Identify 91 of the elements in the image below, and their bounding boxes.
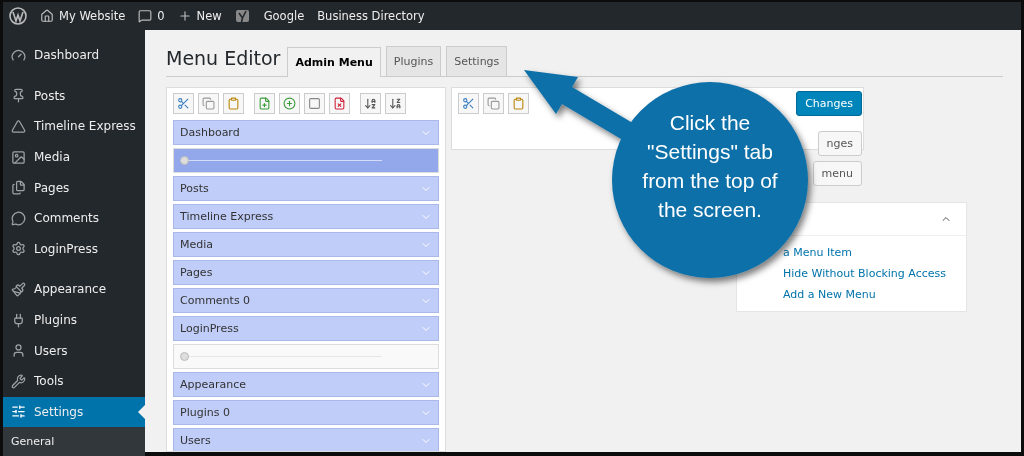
toolbar-button[interactable] (329, 93, 350, 114)
menu-item[interactable]: LoginPress (173, 316, 439, 341)
toolbar-button[interactable] (173, 93, 194, 114)
clipboard-icon (227, 97, 240, 110)
menu-item[interactable]: Timeline Express (173, 204, 439, 229)
tab[interactable]: Admin Menu (287, 47, 381, 77)
toolbar-link[interactable]: Google (263, 9, 305, 23)
square-icon (308, 97, 321, 110)
menu-item[interactable]: Posts (173, 176, 439, 201)
toolbar-button[interactable] (304, 93, 325, 114)
toolbar-button[interactable] (458, 93, 479, 114)
menu-item-label: Dashboard (180, 126, 240, 139)
copy-icon (202, 97, 215, 110)
submenu-item[interactable]: General (3, 427, 145, 456)
wordpress-logo-icon[interactable] (9, 7, 27, 25)
scissors-icon (177, 97, 190, 110)
callout-text: Click the "Settings" tab from the top of the screen. (641, 110, 779, 223)
sidebar-item[interactable]: Users (3, 335, 145, 366)
toolbar-button[interactable] (223, 93, 244, 114)
menu-item[interactable]: Users (173, 428, 439, 451)
gear-icon (11, 241, 26, 257)
action-button[interactable]: Changes (796, 91, 862, 116)
menu-item-label: Appearance (180, 378, 247, 391)
sidebar-item[interactable]: Settings (3, 396, 145, 428)
sidebar-item[interactable]: Comments (3, 202, 145, 234)
menu-item-label: LoginPress (180, 322, 239, 335)
menu-item-label: Comments 0 (180, 294, 251, 307)
sort-za-icon (389, 97, 402, 110)
comment-icon (138, 9, 153, 23)
sidebar-item[interactable]: Pages (3, 172, 145, 203)
help-link[interactable]: Add a New Menu (783, 288, 876, 301)
toolbar-button[interactable] (508, 93, 529, 114)
menu-item[interactable]: Pages (173, 260, 439, 285)
plug-icon (11, 312, 26, 328)
image-icon (11, 149, 26, 165)
comment-icon (11, 210, 26, 226)
menu-item[interactable]: Comments 0 (173, 288, 439, 313)
user-icon (11, 343, 26, 359)
menu-item-label: Timeline Express (180, 210, 274, 223)
menu-item-label: Posts (180, 182, 209, 195)
menu-item[interactable]: Dashboard (173, 120, 439, 145)
plus-icon (177, 9, 192, 23)
toolbar-button[interactable] (279, 93, 300, 114)
sidebar-item[interactable]: Tools (3, 365, 145, 397)
menu-item-label: Pages (180, 266, 213, 279)
sidebar-item[interactable]: Media (3, 141, 145, 173)
sidebar-item[interactable]: Timeline Express (3, 111, 145, 142)
sliders-icon (11, 404, 26, 420)
scissors-icon (462, 97, 475, 110)
pin-icon (11, 88, 26, 104)
menu-item[interactable]: Media (173, 232, 439, 257)
home-icon (40, 9, 54, 23)
help-link[interactable]: a Menu Item (783, 246, 852, 259)
sidebar-item[interactable]: Posts (3, 80, 145, 112)
page-x-icon (333, 97, 346, 110)
menu-item-label: Media (180, 238, 214, 251)
sidebar-item[interactable]: Plugins (3, 304, 145, 336)
menu-item[interactable]: Plugins 0 (173, 400, 439, 425)
clipboard-icon (512, 97, 525, 110)
toolbar-link[interactable]: New (177, 9, 222, 23)
copy-icon (487, 97, 500, 110)
menu-item[interactable]: Appearance (173, 372, 439, 397)
toolbar-button[interactable] (385, 93, 406, 114)
separator-item[interactable] (173, 344, 439, 369)
tab[interactable]: Settings (446, 46, 508, 76)
sidebar-item[interactable]: LoginPress (3, 233, 145, 265)
toolbar-button[interactable] (254, 93, 275, 114)
sort-az-icon (364, 97, 377, 110)
tab[interactable]: Plugins (385, 46, 442, 76)
y-logo-icon[interactable] (234, 8, 251, 24)
menu-item-label: Users (180, 434, 211, 447)
separator-item[interactable] (173, 148, 439, 173)
pages-icon (11, 180, 26, 196)
toolbar-link[interactable]: 0 (138, 9, 165, 23)
sidebar-item[interactable]: Appearance (3, 274, 145, 305)
toolbar-button[interactable] (483, 93, 504, 114)
page-title: Menu Editor (166, 47, 281, 69)
toolbar-button[interactable] (198, 93, 219, 114)
page-plus-icon (258, 97, 271, 110)
wrench-icon (11, 373, 26, 389)
menu-item-label: Plugins 0 (180, 406, 230, 419)
sidebar-item[interactable]: Dashboard (3, 40, 145, 71)
action-button[interactable]: menu (812, 161, 862, 186)
toolbar-link[interactable]: Business Directory (317, 9, 425, 23)
toolbar-button[interactable] (360, 93, 381, 114)
toolbar-link[interactable]: My Website (40, 9, 126, 23)
circle-plus-icon (283, 97, 296, 110)
help-link[interactable]: Hide Without Blocking Access (783, 267, 946, 280)
gauge-icon (11, 47, 26, 63)
brush-icon (11, 281, 26, 297)
action-button[interactable]: nges (817, 131, 862, 156)
